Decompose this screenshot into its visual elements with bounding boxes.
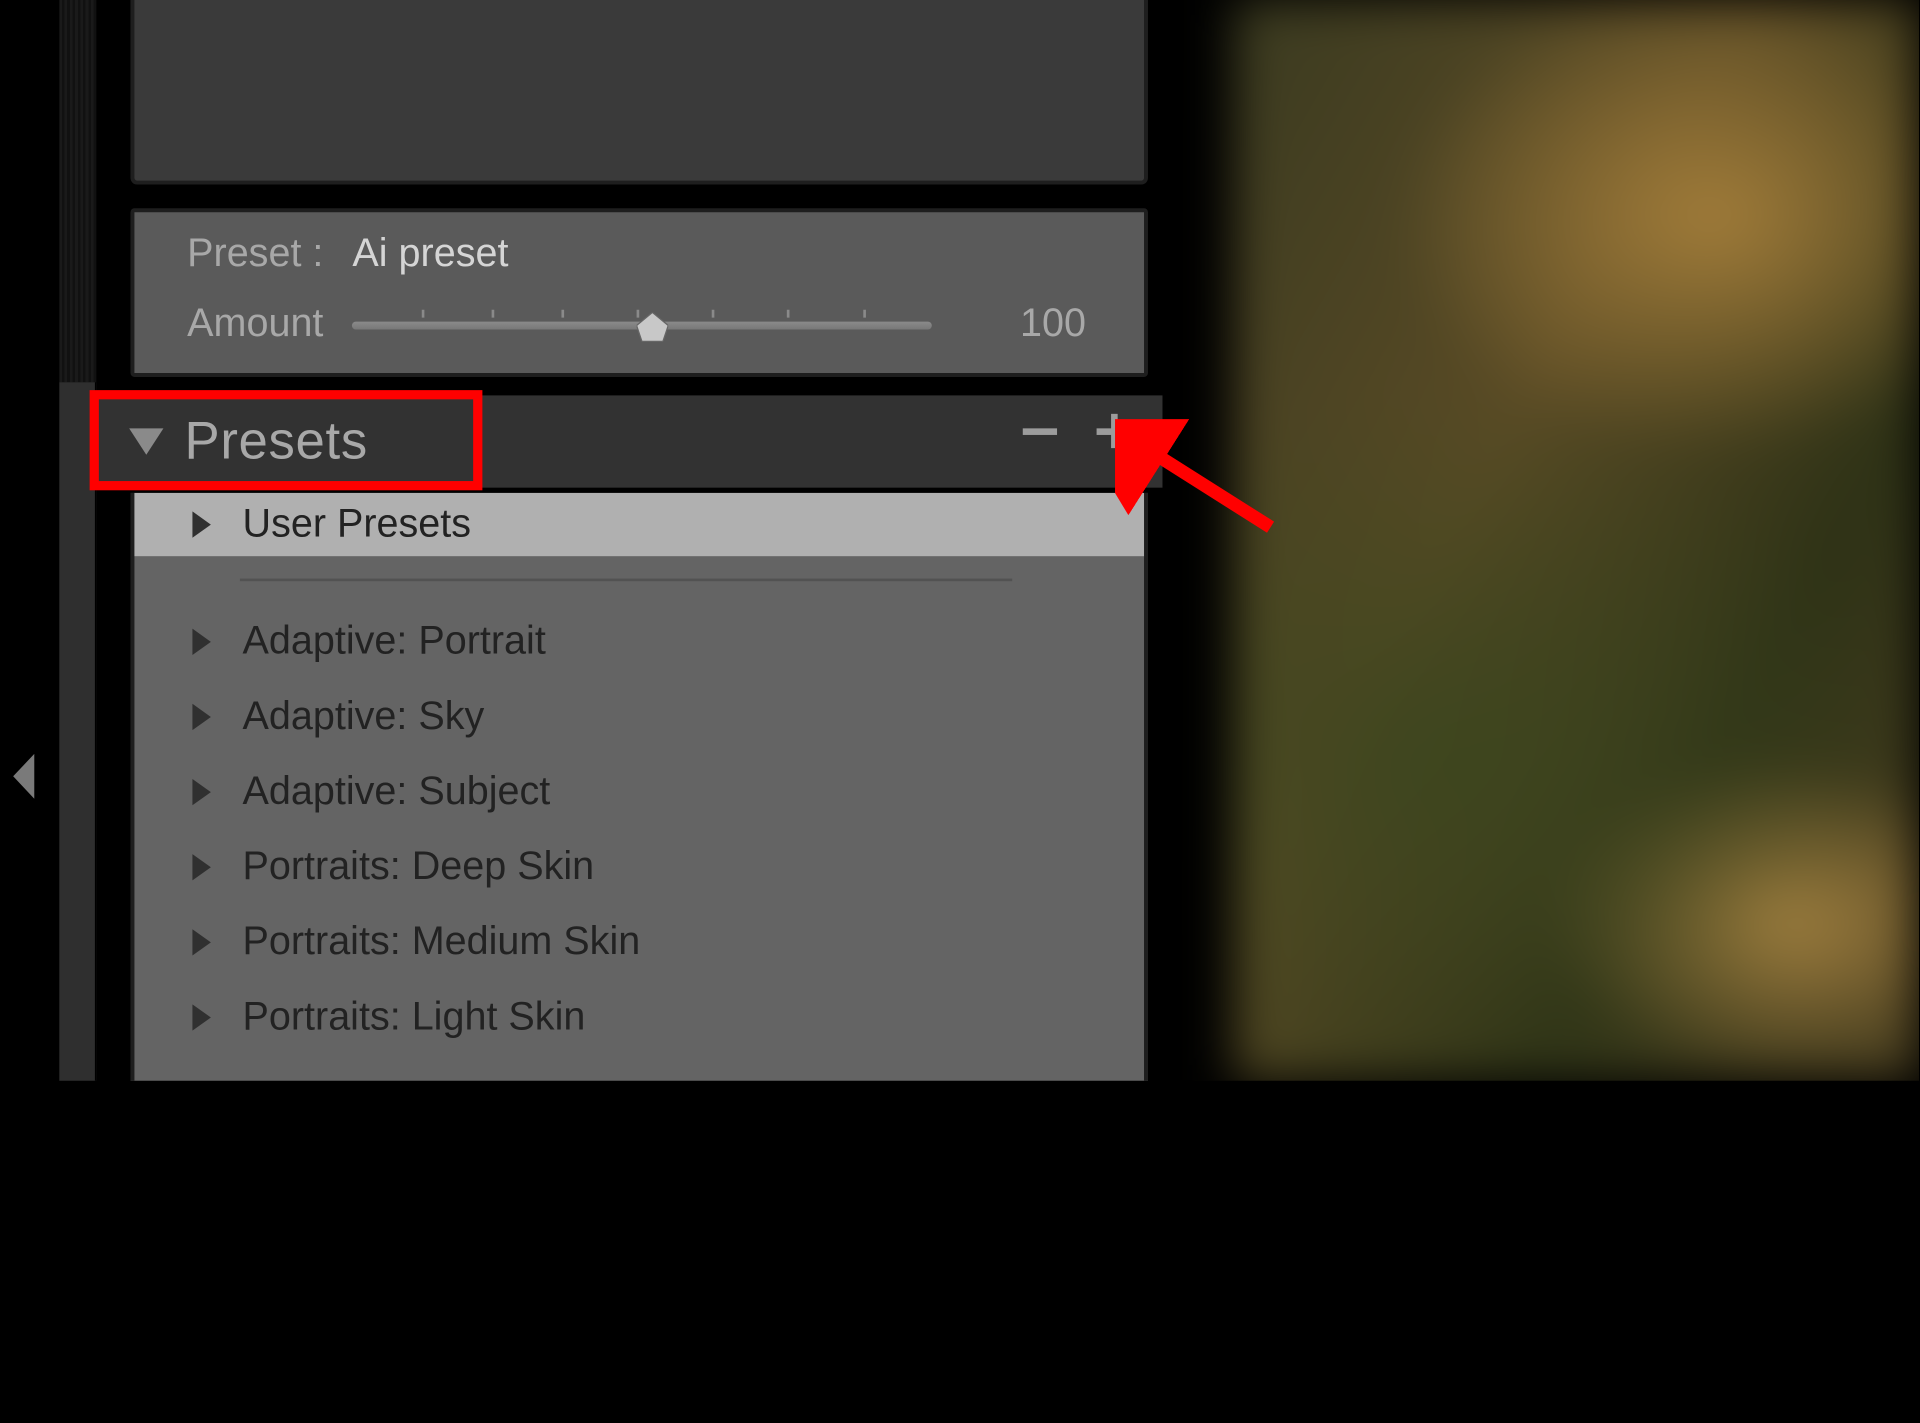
chevron-right-icon: [190, 776, 214, 808]
preset-group-label: Portraits: Deep Skin: [243, 844, 595, 889]
dropdown-caret-icon: [1132, 438, 1145, 449]
amount-slider[interactable]: [352, 304, 932, 344]
preset-info-panel: Preset : Ai preset Amount: [130, 208, 1147, 377]
preset-group[interactable]: Adaptive: Portrait: [134, 604, 1144, 679]
presets-list: User Presets Adaptive: Portrait Adaptive…: [130, 493, 1147, 1081]
amount-value: 100: [1020, 302, 1091, 347]
preset-group-label: Adaptive: Sky: [243, 694, 485, 739]
presets-toggle[interactable]: Presets: [119, 409, 381, 474]
presets-title: Presets: [185, 412, 368, 471]
chevron-right-icon: [190, 701, 214, 733]
chevron-right-icon: [190, 625, 214, 657]
preset-group-user[interactable]: User Presets: [134, 493, 1144, 556]
preset-group-label: Adaptive: Subject: [243, 769, 551, 814]
chevron-right-icon: [190, 926, 214, 958]
remove-preset-button[interactable]: [1020, 411, 1060, 451]
preset-group[interactable]: Portraits: Medium Skin: [134, 904, 1144, 979]
preset-group[interactable]: Adaptive: Sky: [134, 679, 1144, 754]
preset-group-label: Adaptive: Portrait: [243, 619, 546, 664]
panel-scroll-top: [59, 0, 96, 382]
preset-group-label: Portraits: Medium Skin: [243, 919, 641, 964]
chevron-right-icon: [190, 509, 214, 541]
panel-expand-arrow[interactable]: [11, 754, 37, 799]
chevron-right-icon: [190, 851, 214, 883]
presets-panel-header: Presets: [95, 395, 1163, 487]
preset-group[interactable]: Portraits: Light Skin: [134, 979, 1144, 1054]
photo-canvas: [1234, 0, 1919, 1081]
preset-name-label: Preset :: [187, 232, 323, 277]
preset-preview-box: [130, 0, 1147, 185]
preset-group-label: User Presets: [243, 502, 472, 547]
chevron-right-icon: [190, 1001, 214, 1033]
panel-scroll-track[interactable]: [59, 382, 96, 1081]
add-preset-button[interactable]: [1094, 411, 1134, 451]
app-frame: Preset : Ai preset Amount: [0, 0, 1919, 1081]
preset-group-label: Portraits: Light Skin: [243, 994, 586, 1039]
amount-label: Amount: [187, 302, 323, 347]
preset-group[interactable]: Portraits: Deep Skin: [134, 829, 1144, 904]
preset-name-value: Ai preset: [352, 232, 508, 277]
list-separator: [240, 579, 1012, 582]
preset-group[interactable]: Adaptive: Subject: [134, 754, 1144, 829]
chevron-down-icon: [127, 426, 167, 458]
